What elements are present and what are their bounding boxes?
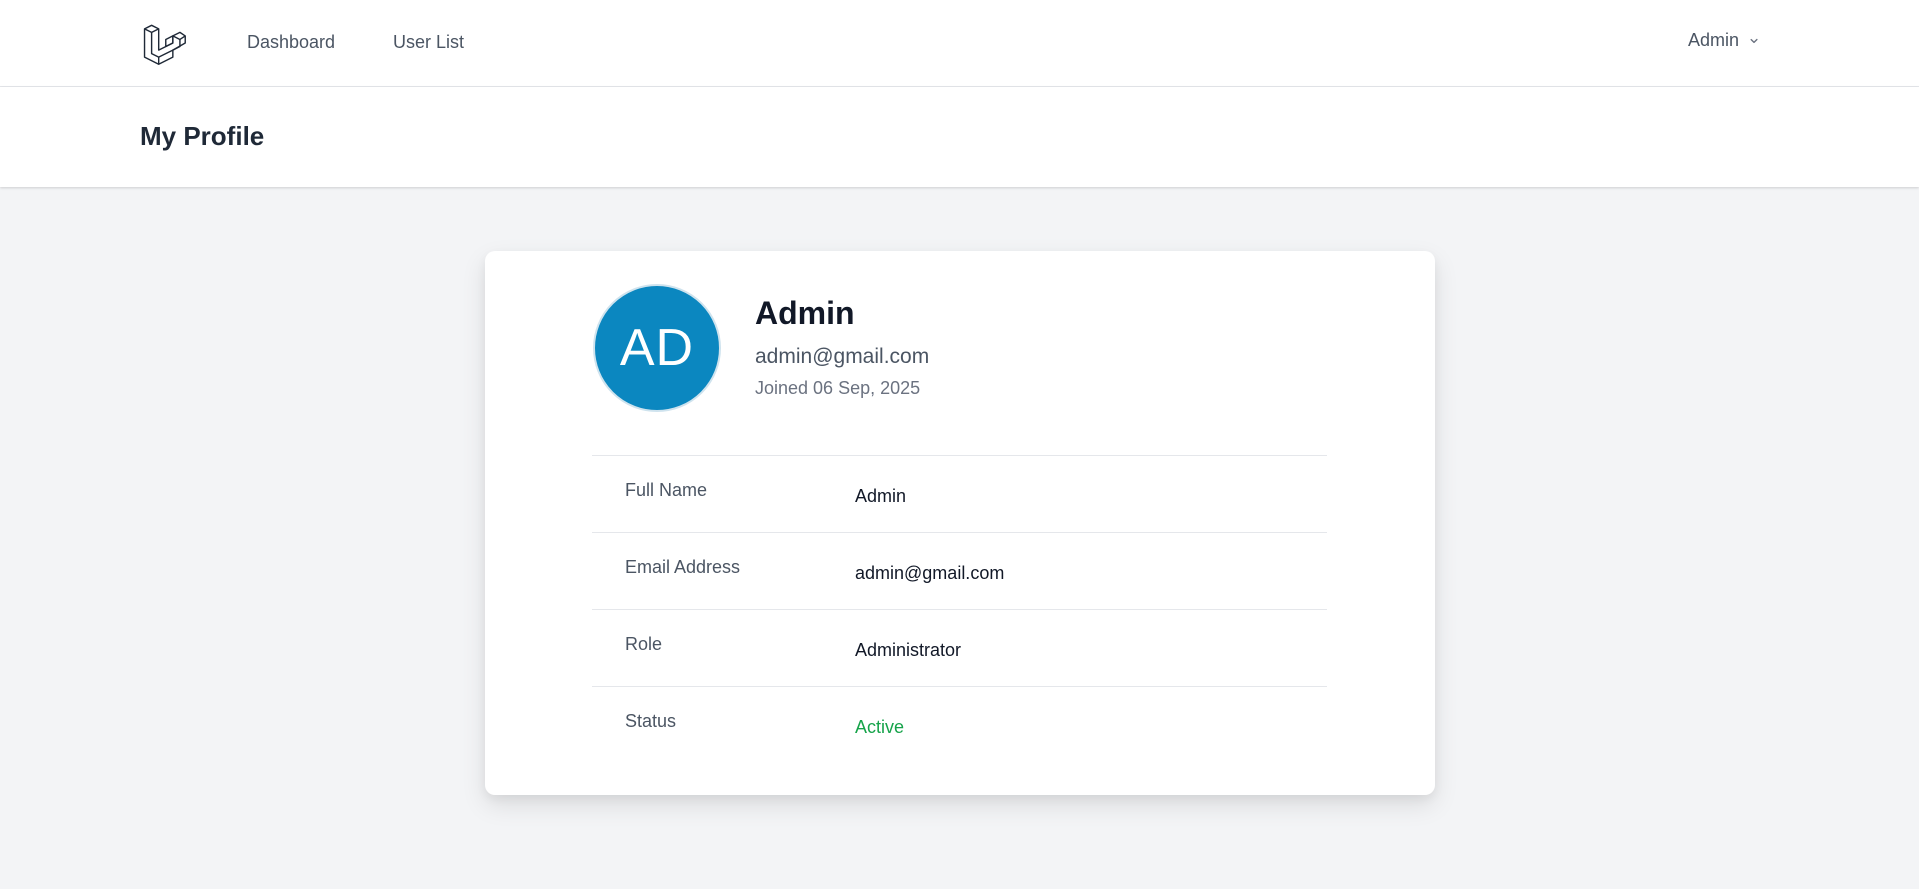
- detail-label: Status: [625, 711, 677, 731]
- page-header: My Profile: [0, 87, 1919, 187]
- detail-value: Administrator: [855, 640, 962, 660]
- detail-value: Admin: [855, 486, 907, 506]
- nav-link-dashboard[interactable]: Dashboard: [247, 32, 335, 53]
- joined-date: Joined 06 Sep, 2025: [755, 378, 921, 398]
- detail-row-role: Role Administrator: [592, 609, 1327, 686]
- detail-row-full-name: Full Name Admin: [592, 455, 1327, 532]
- status-badge: Active: [855, 717, 905, 737]
- avatar: AD: [593, 284, 721, 412]
- user-menu-label: Admin: [1687, 30, 1739, 50]
- profile-details-list: Full Name Admin Email Address admin@gmai…: [592, 455, 1327, 763]
- detail-row-status: Status Active: [592, 686, 1327, 763]
- top-navigation: Dashboard User List Admin: [0, 0, 1919, 87]
- profile-name: Admin: [755, 295, 855, 331]
- detail-label: Email Address: [625, 557, 741, 577]
- profile-card: AD Admin admin@gmail.com Joined 06 Sep, …: [485, 251, 1435, 795]
- detail-value: admin@gmail.com: [855, 563, 1005, 583]
- chevron-down-icon: [1750, 38, 1758, 43]
- avatar-initials: AD: [619, 319, 695, 377]
- page-title: My Profile: [140, 121, 265, 151]
- detail-label: Role: [625, 634, 663, 654]
- detail-label: Full Name: [625, 480, 708, 500]
- nav-link-user-list[interactable]: User List: [393, 32, 464, 53]
- profile-email: admin@gmail.com: [755, 345, 930, 368]
- laravel-logo-icon[interactable]: [140, 20, 188, 66]
- user-menu-dropdown[interactable]: Admin: [1688, 30, 1761, 51]
- detail-row-email: Email Address admin@gmail.com: [592, 532, 1327, 609]
